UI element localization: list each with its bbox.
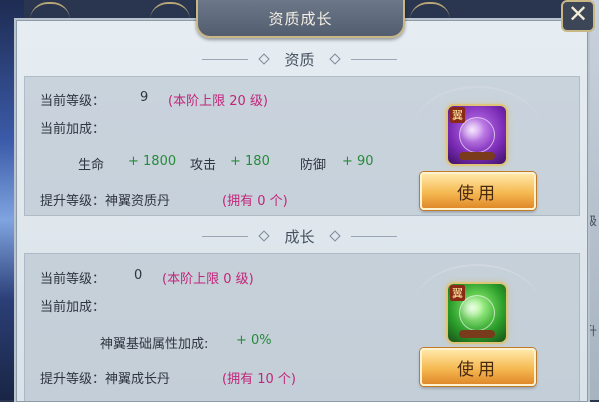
growth-level-cap: (本阶上限 0 级) — [162, 272, 254, 287]
section-title-growth: 成长 — [284, 227, 315, 246]
pedestal-icon — [459, 152, 495, 160]
stat-value-defense: + 90 — [342, 154, 374, 169]
pedestal-icon — [459, 330, 495, 338]
diamond-ornament — [328, 53, 341, 65]
growth-bonus-label: 当前加成： — [40, 300, 106, 315]
aptitude-level-label: 当前等级： — [40, 94, 106, 109]
aptitude-owned-count: (拥有 0 个) — [222, 194, 288, 209]
stat-name-hp: 生命 — [78, 158, 105, 173]
stat-name-defense: 防御 — [300, 158, 327, 173]
diamond-ornament — [258, 53, 271, 65]
aptitude-item-icon[interactable]: 翼 — [448, 106, 506, 164]
diamond-ornament — [258, 230, 271, 242]
wing-tag: 翼 — [450, 285, 465, 301]
section-header-growth: 成长 — [0, 225, 599, 247]
growth-use-button[interactable]: 使用 — [420, 348, 536, 386]
dialog-title-plate: 资质成长 — [196, 0, 405, 38]
corner-ornament-left — [30, 2, 70, 20]
growth-item-icon[interactable]: 翼 — [448, 284, 506, 342]
section-header-aptitude: 资质 — [0, 48, 599, 70]
wing-tag: 翼 — [450, 107, 465, 123]
aptitude-bonus-label: 当前加成： — [40, 122, 106, 137]
aptitude-level-cap: (本阶上限 20 级) — [168, 94, 268, 109]
close-button[interactable]: ✕ — [561, 0, 595, 32]
section-title-aptitude: 资质 — [284, 50, 315, 69]
stat-value-hp: + 1800 — [128, 154, 177, 169]
stat-value-attack: + 180 — [230, 154, 270, 169]
title-ornament-left — [150, 2, 190, 20]
divider-line — [350, 235, 397, 237]
growth-level-label: 当前等级： — [40, 272, 106, 287]
diamond-ornament — [328, 230, 341, 242]
growth-upgrade-label: 提升等级：神翼成长丹 — [40, 372, 171, 387]
title-ornament-right — [410, 2, 450, 20]
aptitude-use-button[interactable]: 使用 — [420, 172, 536, 210]
growth-owned-count: (拥有 10 个) — [222, 372, 296, 387]
aptitude-level-value: 9 — [140, 90, 149, 105]
stat-name-attack: 攻击 — [190, 158, 217, 173]
growth-attr-label: 神翼基础属性加成: — [100, 337, 209, 352]
divider-line — [202, 58, 249, 60]
divider-line — [350, 58, 397, 60]
growth-attr-value: + 0% — [236, 333, 272, 348]
aptitude-upgrade-label: 提升等级：神翼资质丹 — [40, 194, 171, 209]
dialog-title: 资质成长 — [268, 9, 333, 28]
divider-line — [202, 235, 249, 237]
growth-level-value: 0 — [134, 268, 143, 283]
